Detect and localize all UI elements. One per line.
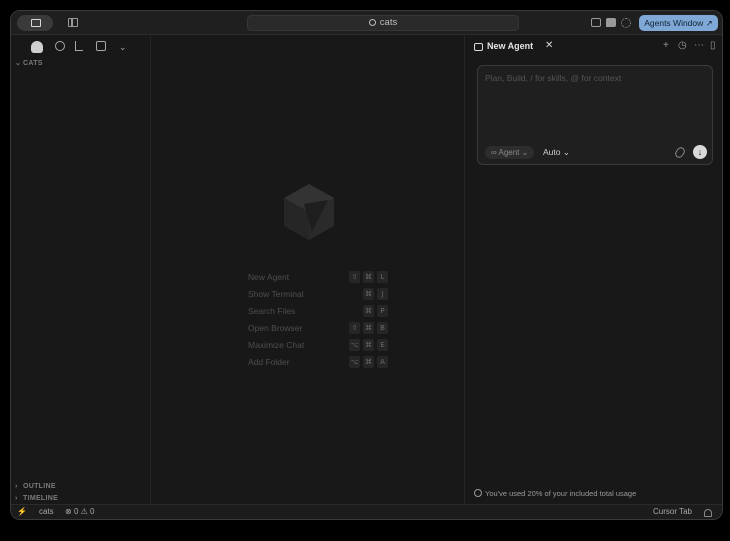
usage-notice: You've used 20% of your included total u…: [474, 489, 636, 498]
editor-layout-icon: [31, 19, 41, 27]
shortcut-list: New Agent ⇧ ⌘ L Show Terminal ⌘ J Search Files ⌘…: [248, 270, 388, 372]
shortcut-label: Open Browser: [248, 323, 303, 333]
key-cap: P: [377, 305, 388, 317]
toggle-sidebar-icon[interactable]: [68, 18, 78, 27]
shortcut-label: New Agent: [248, 272, 290, 282]
more-icon[interactable]: ⋯: [694, 40, 704, 52]
shortcut-row[interactable]: Add Folder ⌥ ⌘ A: [248, 355, 388, 372]
folder-section-header[interactable]: ⌄ CATS: [11, 58, 150, 70]
outline-label: OUTLINE: [23, 483, 56, 490]
shortcut-keys: ⌥ ⌘ A: [349, 356, 388, 368]
folder-name: CATS: [23, 60, 43, 67]
model-label: Auto: [543, 147, 561, 157]
send-button[interactable]: ↓: [693, 145, 707, 159]
shortcut-keys: ⇧ ⌘ B: [349, 322, 388, 334]
branch-label[interactable]: cats: [39, 507, 54, 516]
key-cap: J: [377, 288, 388, 300]
search-icon[interactable]: [55, 41, 65, 51]
shortcut-label: Add Folder: [248, 357, 290, 367]
search-icon: [368, 19, 376, 26]
mode-selector[interactable]: ∞ Agent ⌄: [485, 146, 535, 159]
warning-count: 0: [90, 507, 95, 516]
extensions-icon[interactable]: [96, 41, 106, 51]
attach-icon[interactable]: [673, 145, 687, 160]
files-icon[interactable]: [31, 41, 43, 53]
key-cap: ⌥: [349, 339, 360, 351]
composer-input[interactable]: Plan, Build, / for skills, @ for context: [485, 73, 621, 83]
agent-header: New Agent ✕ + ◷ ⋯ ▯: [466, 36, 722, 58]
key-cap: ⌘: [363, 305, 374, 317]
agent-tab-title[interactable]: New Agent: [487, 41, 533, 51]
command-search-bar[interactable]: cats: [247, 15, 519, 31]
agents-window-button[interactable]: Agents Window ↗: [639, 15, 718, 31]
chevron-down-icon[interactable]: ⌄: [119, 41, 131, 53]
agent-panel: New Agent ✕ + ◷ ⋯ ▯ Plan, Build, / for s…: [466, 36, 722, 505]
title-bar: cats Agents Window ↗: [11, 11, 722, 35]
agent-composer[interactable]: Plan, Build, / for skills, @ for context…: [477, 65, 713, 165]
shortcut-row[interactable]: Show Terminal ⌘ J: [248, 287, 388, 304]
key-cap: ⌘: [363, 322, 374, 334]
outline-section-header[interactable]: › OUTLINE: [11, 481, 151, 493]
key-cap: ⌘: [363, 339, 374, 351]
sidebar-bottom-sections: › OUTLINE › TIMELINE: [11, 481, 151, 505]
shortcut-label: Maximize Chat: [248, 340, 305, 350]
close-icon[interactable]: ✕: [545, 40, 553, 51]
source-control-icon[interactable]: [75, 41, 83, 51]
key-cap: L: [377, 271, 388, 283]
bell-icon[interactable]: [704, 509, 712, 517]
error-count: 0: [73, 507, 79, 516]
shortcut-keys: ⌥ ⌘ E: [349, 339, 388, 351]
chevron-down-icon: ⌄: [15, 60, 22, 67]
shortcut-keys: ⌘ P: [363, 305, 388, 317]
layout-icon[interactable]: [591, 18, 601, 27]
shortcut-row[interactable]: Open Browser ⇧ ⌘ B: [248, 321, 388, 338]
layout-toggle-button[interactable]: [17, 15, 53, 31]
chat-icon[interactable]: [606, 18, 616, 27]
activity-bar: ⌄: [11, 36, 150, 58]
usage-text: You've used 20% of your included total u…: [485, 489, 637, 498]
chevron-right-icon: ›: [15, 483, 18, 490]
history-icon[interactable]: ◷: [678, 40, 687, 52]
key-cap: ⌘: [363, 356, 374, 368]
status-bar: ⚡ cats ⊗ 0 ⚠ 0 Cursor Tab: [11, 504, 722, 519]
plus-icon[interactable]: +: [663, 40, 669, 52]
shortcut-row[interactable]: Maximize Chat ⌥ ⌘ E: [248, 338, 388, 355]
shortcut-row[interactable]: New Agent ⇧ ⌘ L: [248, 270, 388, 287]
usage-icon: [474, 489, 482, 497]
editor-area: New Agent ⇧ ⌘ L Show Terminal ⌘ J Search Files ⌘…: [152, 36, 465, 505]
shortcut-keys: ⇧ ⌘ L: [349, 271, 388, 283]
remote-icon[interactable]: ⚡: [17, 507, 27, 516]
key-cap: ⇧: [349, 322, 360, 334]
cursor-logo-icon: [284, 184, 334, 240]
explorer-sidebar: ⌄ ⌄ CATS › OUTLINE › TIMELINE: [11, 36, 151, 505]
key-cap: ⌥: [349, 356, 360, 368]
shortcut-row[interactable]: Search Files ⌘ P: [248, 304, 388, 321]
key-cap: ⌘: [363, 288, 374, 300]
key-cap: A: [377, 356, 388, 368]
panel-toggle-icon[interactable]: ▯: [710, 40, 716, 52]
cursor-tab-label[interactable]: Cursor Tab: [653, 507, 692, 516]
gear-icon[interactable]: [621, 18, 631, 28]
shortcut-keys: ⌘ J: [363, 288, 388, 300]
key-cap: E: [377, 339, 388, 351]
problems-indicator[interactable]: ⊗ 0 ⚠ 0: [65, 507, 94, 516]
shortcut-label: Search Files: [248, 306, 296, 316]
search-text: cats: [379, 17, 398, 28]
timeline-label: TIMELINE: [23, 495, 59, 502]
key-cap: ⌘: [363, 271, 374, 283]
model-selector[interactable]: Auto ⌄: [543, 147, 570, 158]
app-window: cats Agents Window ↗ ⌄ ⌄ CATS › OUTLINE › T…: [10, 10, 723, 520]
key-cap: B: [377, 322, 388, 334]
chat-icon: [474, 43, 483, 51]
shortcut-label: Show Terminal: [248, 289, 304, 299]
key-cap: ⇧: [349, 271, 360, 283]
mode-label: ∞ Agent: [491, 148, 520, 157]
